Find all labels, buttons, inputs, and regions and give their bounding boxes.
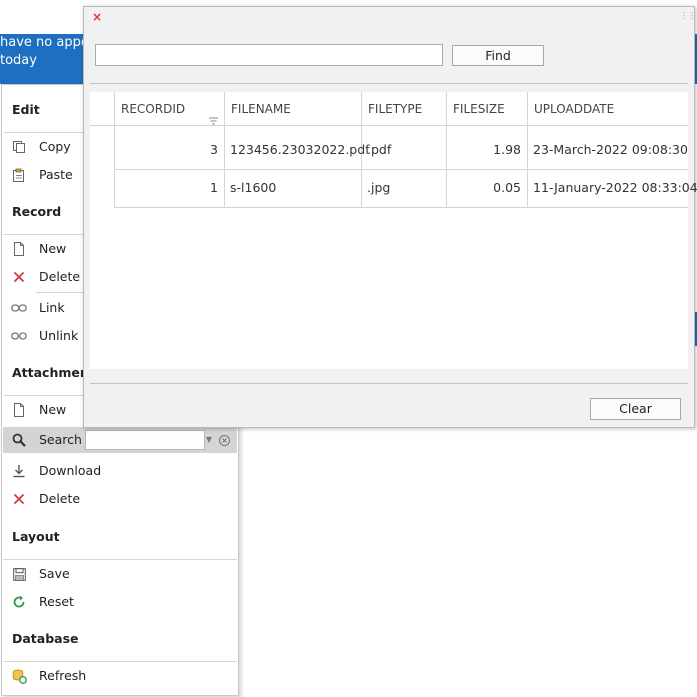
delete-icon — [11, 269, 27, 285]
new-document-icon — [11, 402, 27, 418]
column-header-uploaddate[interactable]: UPLOADDATE — [527, 92, 688, 125]
paste-icon — [11, 167, 27, 183]
clear-icon[interactable]: × — [219, 435, 230, 446]
menu-item-label: Copy — [39, 139, 71, 154]
separator — [3, 661, 237, 662]
column-header-filesize[interactable]: FILESIZE — [446, 92, 527, 125]
divider — [90, 83, 688, 84]
grid-header: RECORDID FILENAME FILETYPE FILESIZE UPLO… — [90, 92, 688, 126]
menu-item-refresh[interactable]: Refresh — [3, 663, 237, 689]
clear-button[interactable]: Clear — [590, 398, 681, 420]
cell-recordid: 1 — [210, 180, 218, 195]
resize-grip-icon[interactable]: ⋮⋮ — [680, 11, 696, 20]
close-icon[interactable]: × — [92, 10, 102, 24]
attachment-search-input[interactable] — [85, 430, 205, 450]
menu-item-label: Save — [39, 566, 70, 581]
menu-item-search[interactable]: Search ▼ × — [3, 427, 237, 453]
cell-uploaddate: 23-March-2022 09:08:30 — [533, 142, 688, 157]
menu-item-label: Delete — [39, 491, 81, 506]
save-icon — [11, 566, 27, 582]
section-record: Record — [12, 204, 62, 219]
menu-item-label: Download — [39, 463, 102, 478]
table-row[interactable]: 3 123456.23032022.pdf .pdf 1.98 23-March… — [114, 131, 688, 170]
cell-filename: 123456.23032022.pdf — [230, 142, 370, 157]
search-icon — [11, 432, 27, 448]
cell-uploaddate: 11-January-2022 08:33:04 — [533, 180, 697, 195]
cell-filesize: 1.98 — [493, 142, 521, 157]
menu-item-label: New — [39, 402, 67, 417]
database-refresh-icon — [11, 668, 27, 684]
menu-item-label: Unlink — [39, 328, 79, 343]
attachment-search-dialog: × ⋮⋮ Find RECORDID FILENAME FILETYPE FIL… — [83, 6, 697, 428]
column-header-recordid[interactable]: RECORDID — [114, 92, 224, 125]
menu-item-label: New — [39, 241, 67, 256]
cell-filetype: .jpg — [367, 180, 391, 195]
section-layout: Layout — [12, 529, 60, 544]
dialog-search-input[interactable] — [95, 44, 443, 66]
cell-filetype: .pdf — [367, 142, 392, 157]
column-header-filename[interactable]: FILENAME — [224, 92, 361, 125]
section-database: Database — [12, 631, 79, 646]
cell-recordid: 3 — [210, 142, 218, 157]
menu-item-attachment-delete[interactable]: Delete — [3, 486, 237, 512]
menu-item-label: Delete — [39, 269, 81, 284]
row-indicator — [90, 131, 114, 169]
download-icon — [11, 463, 27, 479]
column-header-label: RECORDID — [121, 102, 186, 116]
menu-item-label: Search — [39, 432, 82, 447]
separator — [3, 559, 237, 560]
new-document-icon — [11, 241, 27, 257]
unlink-icon — [11, 328, 27, 344]
copy-icon — [11, 139, 27, 155]
menu-item-label: Paste — [39, 167, 73, 182]
menu-item-label: Reset — [39, 594, 74, 609]
section-edit: Edit — [12, 102, 40, 117]
cell-filesize: 0.05 — [493, 180, 521, 195]
table-row[interactable]: 1 s-l1600 .jpg 0.05 11-January-2022 08:3… — [114, 169, 697, 208]
menu-item-reset[interactable]: Reset — [3, 589, 237, 615]
cell-filename: s-l1600 — [230, 180, 277, 195]
chevron-down-icon[interactable]: ▼ — [202, 430, 216, 450]
link-icon — [11, 300, 27, 316]
divider — [90, 383, 688, 384]
delete-icon — [11, 491, 27, 507]
menu-item-label: Link — [39, 300, 65, 315]
menu-item-save[interactable]: Save — [3, 561, 237, 587]
reset-icon — [11, 594, 27, 610]
find-button[interactable]: Find — [452, 45, 544, 66]
results-grid: RECORDID FILENAME FILETYPE FILESIZE UPLO… — [90, 92, 697, 369]
menu-item-download[interactable]: Download — [3, 458, 237, 484]
column-header-filetype[interactable]: FILETYPE — [361, 92, 446, 125]
menu-item-label: Refresh — [39, 668, 87, 683]
